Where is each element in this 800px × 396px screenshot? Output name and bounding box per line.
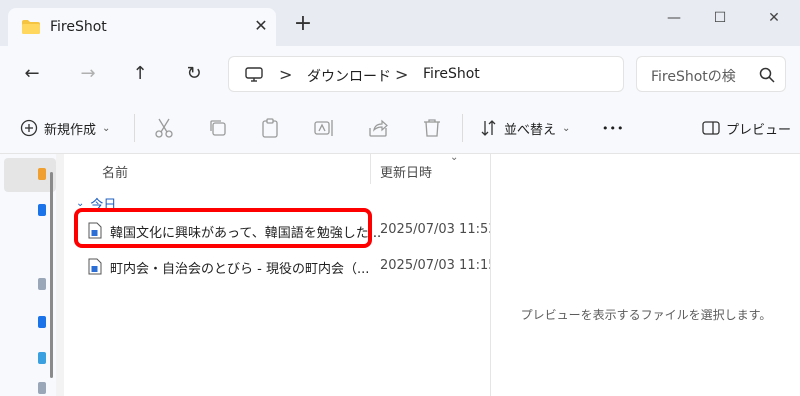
more-options-button[interactable]: ••• <box>602 116 624 140</box>
navigation-scrollbar[interactable] <box>50 172 53 378</box>
home-icon[interactable] <box>38 168 46 180</box>
paste-icon[interactable] <box>258 116 282 140</box>
back-button[interactable]: ← <box>20 64 44 86</box>
tab-fireshot[interactable]: FireShot ✕ <box>8 8 276 46</box>
preview-pane-button[interactable]: プレビュー <box>702 116 791 140</box>
cut-icon[interactable] <box>152 116 176 140</box>
copy-icon[interactable] <box>206 116 230 140</box>
file-explorer-window: FireShot ✕ + — ☐ ✕ ← → ↑ ↻ > ダウンロード > Fi… <box>0 0 800 396</box>
pictures-icon[interactable] <box>38 382 46 394</box>
delete-icon[interactable] <box>420 116 444 140</box>
gallery-icon[interactable] <box>38 204 46 216</box>
computer-icon <box>245 67 263 82</box>
new-tab-button[interactable]: + <box>292 13 314 36</box>
preview-pane: プレビューを表示するファイルを選択します。 <box>490 154 800 396</box>
preview-pane-label: プレビュー <box>726 122 792 138</box>
nav-selected-item[interactable] <box>4 158 56 192</box>
breadcrumb-separator[interactable]: > <box>279 65 292 84</box>
chevron-down-icon: ⌄ <box>562 122 571 134</box>
command-bar: 新規作成 ⌄ 並べ替え ⌄ ••• プレビュー <box>0 102 800 154</box>
column-divider[interactable] <box>370 154 371 184</box>
divider <box>134 114 135 142</box>
file-row[interactable]: 町内会・自治会のとびら - 現役の町内会（... 2025/07/03 11:1… <box>78 252 497 280</box>
breadcrumb-separator[interactable]: > <box>395 65 408 84</box>
file-icon <box>88 258 102 275</box>
minimize-button[interactable]: — <box>662 10 686 30</box>
file-list: 名前 更新日時 ⌄ ⌄ 今日 韓国文化に興味があって、韓国語を勉強した... 2… <box>64 152 497 396</box>
sort-icon <box>481 120 496 136</box>
search-input[interactable]: FireShotの検 <box>651 66 736 86</box>
breadcrumb-fireshot[interactable]: FireShot <box>423 66 480 82</box>
red-highlight-box <box>74 208 372 248</box>
column-header-name[interactable]: 名前 <box>102 162 128 181</box>
folder-icon <box>22 20 40 34</box>
new-button-label: 新規作成 <box>44 122 97 138</box>
file-name: 町内会・自治会のとびら - 現役の町内会（... <box>110 262 370 277</box>
address-bar[interactable]: > ダウンロード > FireShot <box>228 56 624 92</box>
window-close-button[interactable]: ✕ <box>762 10 786 30</box>
sort-button-label: 並べ替え <box>504 122 557 138</box>
new-button[interactable]: 新規作成 ⌄ <box>20 116 110 140</box>
up-button[interactable]: ↑ <box>128 64 152 86</box>
file-date: 2025/07/03 11:15 <box>380 258 497 273</box>
tab-close-icon[interactable]: ✕ <box>252 17 270 35</box>
share-icon[interactable] <box>366 116 390 140</box>
refresh-button[interactable]: ↻ <box>182 64 206 86</box>
divider <box>462 114 463 142</box>
column-header-modified[interactable]: 更新日時 <box>380 162 432 181</box>
navigation-pane <box>0 154 56 396</box>
maximize-button[interactable]: ☐ <box>708 10 732 30</box>
preview-pane-icon <box>702 121 720 135</box>
tab-title: FireShot <box>50 19 107 35</box>
search-icon <box>759 67 775 83</box>
desktop-icon[interactable] <box>38 278 46 290</box>
documents-icon[interactable] <box>38 352 46 364</box>
sort-button[interactable]: 並べ替え ⌄ <box>480 116 570 140</box>
plus-circle-icon <box>20 119 38 137</box>
address-toolbar: ← → ↑ ↻ > ダウンロード > FireShot FireShotの検 <box>0 46 800 102</box>
rename-icon[interactable] <box>312 116 336 140</box>
preview-message: プレビューを表示するファイルを選択します。 <box>520 308 772 322</box>
downloads-icon[interactable] <box>38 316 46 328</box>
title-bar: FireShot ✕ + — ☐ ✕ <box>0 0 800 46</box>
file-date: 2025/07/03 11:53 <box>380 222 497 237</box>
breadcrumb-downloads[interactable]: ダウンロード <box>307 66 391 86</box>
chevron-down-icon: ⌄ <box>102 122 111 134</box>
forward-button[interactable]: → <box>76 64 100 86</box>
search-box[interactable]: FireShotの検 <box>636 56 786 92</box>
sort-chevron-icon: ⌄ <box>450 152 459 163</box>
